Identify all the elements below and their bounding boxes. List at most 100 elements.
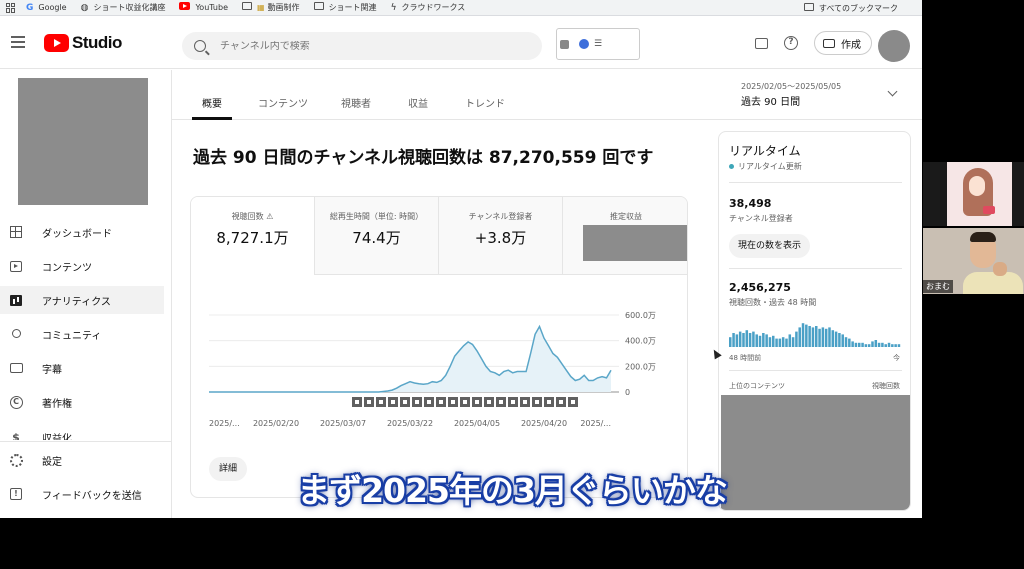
upload-marker (388, 397, 398, 407)
monetization-icon: $ (12, 430, 20, 441)
menu-icon[interactable] (11, 36, 25, 48)
realtime-bar (788, 334, 792, 347)
y-tick-label: 200.0万 (625, 362, 656, 371)
metric-label: 推定収益 (610, 212, 642, 221)
bookmarks-bar: G Google ◍ ショート収益化講座 YouTube ▦ 動画制作 ショート関連 … (0, 0, 922, 16)
views-line-chart[interactable]: 600.0万 400.0万 200.0万 0 2025/... 2025/02/20 20… (191, 275, 688, 440)
realtime-bar (881, 342, 884, 347)
realtime-subscribers-label: チャンネル登録者 (729, 214, 793, 223)
realtime-bar (732, 333, 735, 347)
tab-trends[interactable]: トレンド (465, 95, 505, 110)
copyright-icon: C (9, 395, 23, 409)
realtime-bar-chart[interactable] (729, 317, 901, 347)
sidebar-item-analytics[interactable]: アナリティクス (0, 286, 164, 314)
analytics-tabs: 概要 コンテンツ 視聴者 収益 トレンド (172, 70, 922, 120)
webcam-participant-1 (923, 162, 1024, 226)
metric-value: +3.8万 (474, 229, 527, 247)
x-tick-label: 2025/03/07 (320, 419, 366, 428)
x-tick-label: 2025/03/22 (387, 419, 433, 428)
x-tick-label: 2025/02/20 (253, 419, 299, 428)
sidebar-item-community[interactable]: コミュニティ (0, 320, 164, 348)
search-bar[interactable] (182, 32, 542, 60)
all-bookmarks[interactable]: すべてのブックマーク (803, 0, 898, 16)
folder-icon (313, 2, 324, 13)
upload-marker (508, 397, 518, 407)
metric-value: 8,727.1万 (216, 229, 289, 247)
apps-grid-icon[interactable] (6, 2, 16, 13)
realtime-bar (824, 328, 828, 347)
x-tick-label: 2025/... (580, 419, 611, 428)
metric-subscribers[interactable]: チャンネル登録者 +3.8万 (439, 197, 563, 275)
date-period-label[interactable]: 過去 90 日間 (741, 93, 800, 108)
studio-header: Studio ☰ ? 作成 (0, 17, 922, 69)
sidebar-item-monetization[interactable]: $ 収益化 (0, 422, 164, 441)
list-icon: ☰ (594, 39, 603, 49)
realtime-bar (811, 327, 815, 347)
upload-marker (484, 397, 494, 407)
header-actions: ? 作成 (752, 31, 872, 55)
upload-marker (400, 397, 410, 407)
realtime-bar (821, 327, 825, 347)
bookmark-video-production[interactable]: ▦ 動画制作 (242, 2, 300, 13)
x-tick-label: 2025/04/05 (454, 419, 500, 428)
tab-audience[interactable]: 視聴者 (341, 95, 371, 110)
realtime-bar (828, 327, 831, 347)
realtime-bar (762, 333, 765, 347)
top-content-label: 上位のコンテンツ (729, 382, 785, 390)
create-video-icon (823, 38, 835, 48)
sidebar-item-copyright[interactable]: C 著作権 (0, 388, 164, 416)
bookmark-short-course[interactable]: ◍ ショート収益化講座 (81, 2, 166, 13)
content-icon (9, 259, 23, 273)
revenue-redacted (583, 225, 687, 261)
realtime-bar (752, 331, 755, 347)
realtime-bar (772, 335, 775, 347)
bookmark-crowdworks[interactable]: ϟ クラウドワークス (391, 2, 466, 13)
upload-marker (568, 397, 578, 407)
search-input[interactable] (220, 40, 520, 52)
bookmark-short-related[interactable]: ショート関連 (313, 2, 377, 13)
show-current-count-button[interactable]: 現在の数を表示 (729, 234, 811, 258)
realtime-bar (861, 342, 864, 347)
tab-overview[interactable]: 概要 (202, 95, 222, 110)
metric-watch-time[interactable]: 総再生時間（単位: 時間） 74.4万 (315, 197, 439, 275)
globe-icon: ◍ (80, 2, 89, 13)
date-range[interactable]: 2025/02/05～2025/05/05 (741, 81, 841, 92)
top-content-metric: 視聴回数 (872, 382, 900, 390)
x-tick-label: 2025/04/20 (521, 419, 567, 428)
y-tick-label: 400.0万 (625, 337, 656, 346)
metric-value: 74.4万 (352, 229, 401, 247)
account-avatar[interactable] (878, 30, 910, 62)
realtime-bar (874, 340, 878, 347)
tab-revenue[interactable]: 収益 (408, 95, 428, 110)
youtube-studio-logo[interactable]: Studio (44, 33, 122, 53)
browser-window: G Google ◍ ショート収益化講座 YouTube ▦ 動画制作 ショート関連 … (0, 0, 922, 518)
realtime-bar (838, 333, 841, 347)
create-button[interactable]: 作成 (814, 31, 872, 55)
realtime-bar (897, 344, 901, 347)
realtime-bar (894, 344, 897, 347)
sidebar-item-content[interactable]: コンテンツ (0, 252, 164, 280)
realtime-subscribers-value: 38,498 (729, 197, 772, 210)
sidebar: ダッシュボード コンテンツ アナリティクス コミュニティ 字幕 C 著作権 $ … (0, 70, 172, 518)
help-icon[interactable]: ? (782, 34, 800, 52)
warning-icon: ⚠ (266, 212, 274, 221)
bookmark-youtube[interactable]: YouTube (179, 2, 228, 13)
metrics-card: 視聴回数 ⚠ 8,727.1万 総再生時間（単位: 時間） 74.4万 チャンネ… (190, 196, 688, 498)
sidebar-item-subtitles[interactable]: 字幕 (0, 354, 164, 382)
channel-avatar-redacted[interactable] (18, 78, 148, 205)
video-caption: まず2025年の3月ぐらいかな (297, 471, 728, 510)
realtime-bar (785, 338, 788, 347)
metric-views[interactable]: 視聴回数 ⚠ 8,727.1万 (191, 197, 315, 275)
tab-content[interactable]: コンテンツ (258, 95, 308, 110)
extension-widget[interactable]: ☰ (556, 28, 640, 60)
realtime-bar (729, 337, 732, 347)
sidebar-item-dashboard[interactable]: ダッシュボード (0, 218, 164, 246)
realtime-bar (738, 331, 742, 347)
youtube-play-icon (44, 34, 69, 52)
realtime-title: リアルタイム (729, 144, 801, 158)
realtime-bar (854, 342, 858, 347)
bookmark-google[interactable]: G Google (26, 3, 67, 13)
realtime-bar (801, 323, 805, 347)
realtime-bar (867, 344, 871, 347)
comments-icon[interactable] (752, 34, 770, 52)
